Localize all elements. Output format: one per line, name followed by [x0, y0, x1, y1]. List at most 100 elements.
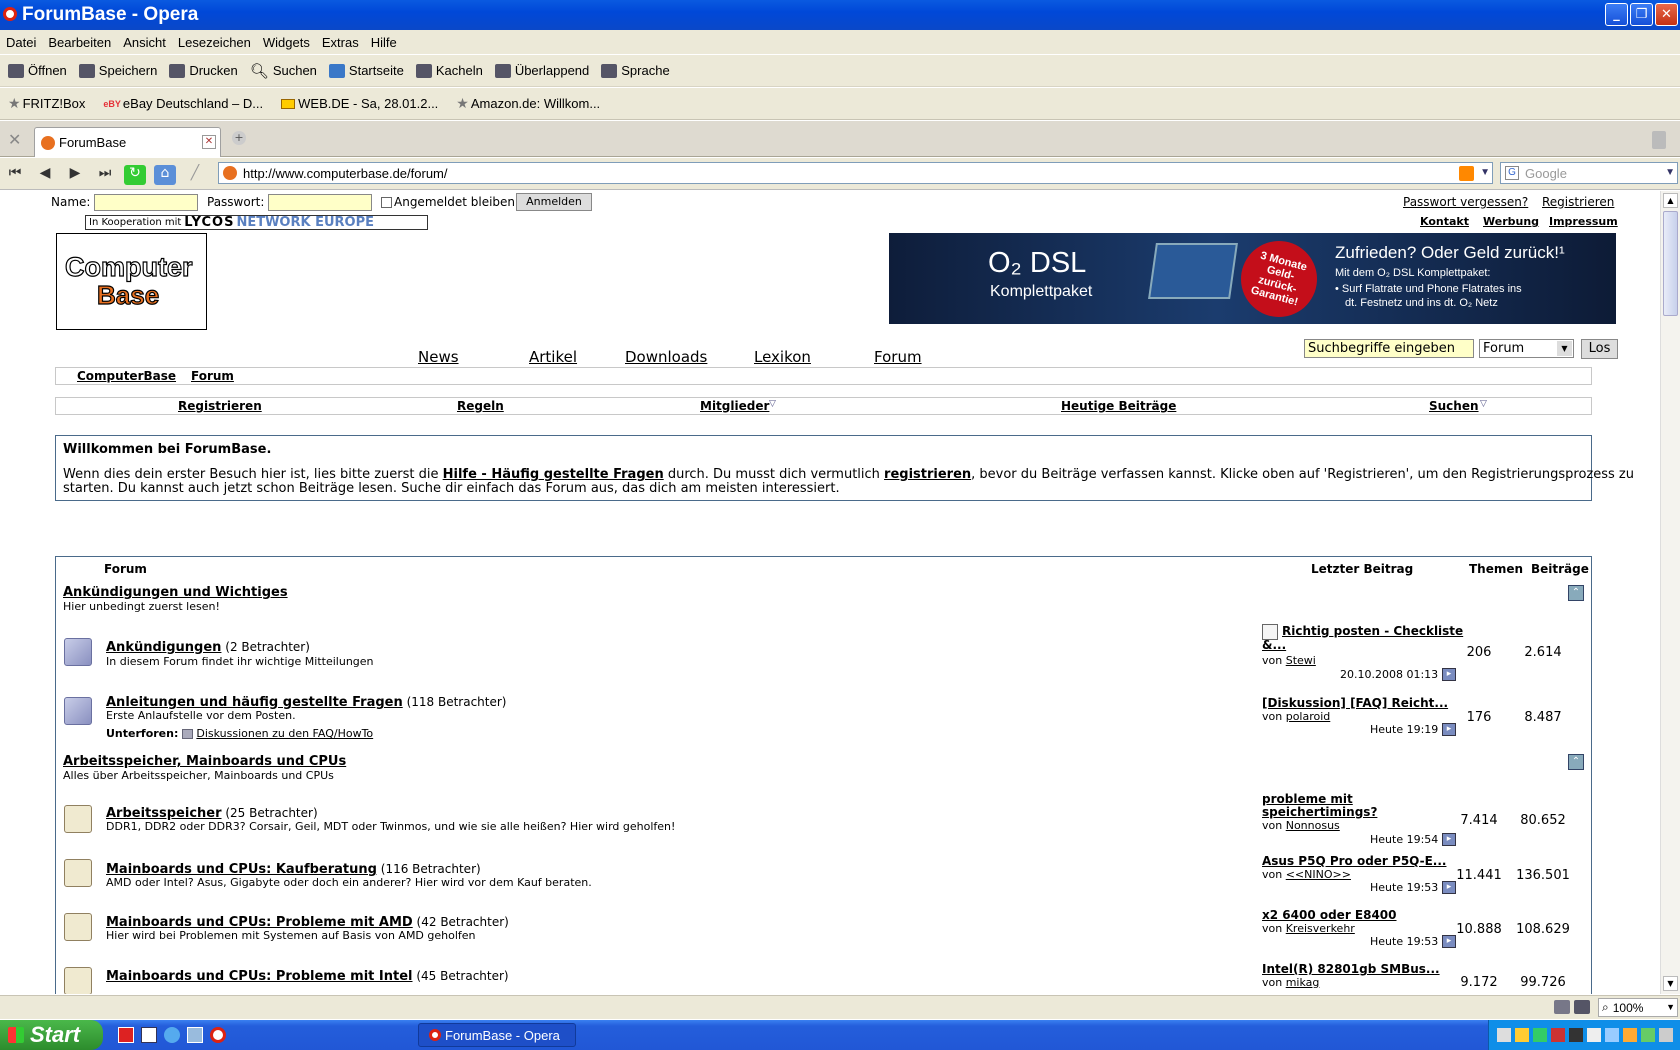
nav-artikel[interactable]: Artikel: [529, 348, 577, 366]
fast-forward-icon[interactable]: ⏭: [94, 165, 116, 185]
contact-link[interactable]: Kontakt: [1420, 215, 1469, 228]
subnav-search[interactable]: Suchen: [1429, 399, 1479, 413]
forum-link-mb-cpu-advice[interactable]: Mainboards und CPUs: Kaufberatung: [106, 862, 377, 877]
subforum-link[interactable]: Diskussionen zu den FAQ/HowTo: [196, 727, 373, 740]
user-link[interactable]: Kreisverkehr: [1286, 922, 1355, 935]
imprint-link[interactable]: Impressum: [1549, 215, 1618, 228]
category-announcements[interactable]: Ankündigungen und Wichtiges: [63, 585, 288, 600]
forum-link-guides-faq[interactable]: Anleitungen und häufig gestellte Fragen: [106, 695, 403, 710]
bookmark-ebay[interactable]: eBY eBay Deutschland – D...: [103, 96, 263, 111]
tray-icon[interactable]: [1641, 1028, 1655, 1042]
reload-icon[interactable]: ↻: [124, 165, 146, 185]
nav-news[interactable]: News: [418, 348, 459, 366]
user-link[interactable]: Nonnosus: [1286, 819, 1340, 832]
tray-icon[interactable]: [1551, 1028, 1565, 1042]
nav-forum[interactable]: Forum: [874, 348, 922, 366]
home-nav-icon[interactable]: ⌂: [154, 165, 176, 185]
minimize-button[interactable]: _: [1605, 3, 1628, 26]
print-button[interactable]: Drucken: [169, 63, 238, 78]
user-link[interactable]: polaroid: [1286, 710, 1331, 723]
new-tab-icon[interactable]: +: [232, 131, 246, 145]
last-post-link[interactable]: [Diskussion] [FAQ] Reicht...: [1262, 696, 1448, 710]
last-post-link[interactable]: Intel(R) 82801gb SMBus...: [1262, 962, 1440, 976]
last-post-link[interactable]: probleme mit: [1262, 792, 1353, 806]
category-memory-mainboards-cpus[interactable]: Arbeitsspeicher, Mainboards und CPUs: [63, 754, 346, 769]
subnav-register[interactable]: Registrieren: [178, 399, 262, 413]
last-post-link-cont[interactable]: speichertimings?: [1262, 805, 1377, 819]
menu-widgets[interactable]: Widgets: [257, 35, 316, 50]
tab-forumbase[interactable]: ForumBase ✕: [34, 127, 221, 157]
trash-icon[interactable]: [1652, 131, 1666, 149]
last-post-link[interactable]: Richtig posten - Checkliste: [1282, 624, 1463, 638]
menu-ansicht[interactable]: Ansicht: [117, 35, 172, 50]
breadcrumb-forum[interactable]: Forum: [191, 369, 234, 383]
vertical-scrollbar[interactable]: ▲ ▼: [1660, 191, 1680, 994]
go-to-post-icon[interactable]: ▸: [1442, 668, 1456, 681]
subnav-todays-posts[interactable]: Heutige Beiträge: [1061, 399, 1176, 413]
search-scope-select[interactable]: Forum ▼: [1479, 339, 1574, 358]
menu-datei[interactable]: Datei: [0, 35, 42, 50]
collapse-icon[interactable]: ⌃: [1568, 754, 1584, 770]
menu-extras[interactable]: Extras: [316, 35, 365, 50]
restore-button[interactable]: ❐: [1630, 3, 1653, 26]
user-link[interactable]: Stewi: [1286, 654, 1316, 667]
presentation-icon[interactable]: [1554, 1000, 1570, 1014]
forum-link-memory[interactable]: Arbeitsspeicher: [106, 806, 222, 821]
name-input[interactable]: [94, 194, 198, 211]
computerbase-logo[interactable]: Computer Base: [56, 233, 207, 330]
o2-dsl-ad-banner[interactable]: O₂ DSL Komplettpaket 3 Monate Geld-zurüc…: [889, 233, 1616, 324]
zoom-select[interactable]: ⌕ 100% ▼: [1598, 998, 1678, 1017]
collapse-icon[interactable]: ⌃: [1568, 585, 1584, 601]
cascade-button[interactable]: Überlappend: [494, 63, 589, 78]
register-link[interactable]: registrieren: [884, 467, 971, 482]
search-button[interactable]: 🔍︎ Suchen: [250, 62, 317, 80]
scroll-thumb[interactable]: [1663, 211, 1678, 316]
faq-link[interactable]: Hilfe - Häufig gestellte Fragen: [443, 467, 664, 482]
breadcrumb-computerbase[interactable]: ComputerBase: [77, 369, 176, 383]
rewind-icon[interactable]: ⏮: [4, 165, 26, 185]
site-search-input[interactable]: Suchbegriffe eingeben: [1304, 339, 1474, 358]
search-dropdown-icon[interactable]: ▽: [1480, 399, 1487, 409]
subnav-rules[interactable]: Regeln: [457, 399, 504, 413]
bookmark-webde[interactable]: WEB.DE - Sa, 28.01.2...: [281, 96, 438, 111]
tray-icon[interactable]: [1587, 1028, 1601, 1042]
taskbar-item-opera[interactable]: ForumBase - Opera: [418, 1023, 576, 1047]
tray-icon[interactable]: [1533, 1028, 1547, 1042]
start-button[interactable]: Start: [0, 1020, 103, 1050]
back-icon[interactable]: ◀: [34, 165, 56, 185]
go-to-post-icon[interactable]: ▸: [1442, 833, 1456, 846]
voice-button[interactable]: Sprache: [601, 63, 670, 78]
user-link[interactable]: <<NINO>>: [1286, 868, 1351, 881]
forum-link-announcements[interactable]: Ankündigungen: [106, 640, 221, 655]
bookmark-amazon[interactable]: ★ Amazon.de: Willkom...: [456, 95, 600, 112]
subnav-members[interactable]: Mitglieder: [700, 399, 769, 413]
tray-icon[interactable]: [1659, 1028, 1673, 1042]
tile-button[interactable]: Kacheln: [415, 63, 483, 78]
scroll-down-icon[interactable]: ▼: [1663, 976, 1678, 991]
tray-icon[interactable]: [1497, 1028, 1511, 1042]
nav-downloads[interactable]: Downloads: [625, 348, 707, 366]
quicklaunch-icon[interactable]: [141, 1027, 157, 1043]
password-input[interactable]: [268, 194, 372, 211]
tools-icon[interactable]: ✕: [8, 130, 21, 149]
nav-lexikon[interactable]: Lexikon: [754, 348, 811, 366]
camera-icon[interactable]: [1574, 1000, 1590, 1014]
menu-lesezeichen[interactable]: Lesezeichen: [172, 35, 257, 50]
search-engine-dropdown-icon[interactable]: ▼: [1665, 167, 1675, 178]
tray-icon[interactable]: [1569, 1028, 1583, 1042]
menu-bearbeiten[interactable]: Bearbeiten: [42, 35, 117, 50]
home-button[interactable]: Startseite: [328, 63, 404, 78]
scroll-up-icon[interactable]: ▲: [1663, 193, 1678, 208]
forum-link-mb-cpu-amd[interactable]: Mainboards und CPUs: Probleme mit AMD: [106, 915, 413, 930]
rss-icon[interactable]: [1459, 166, 1474, 181]
bookmark-fritzbox[interactable]: ★ FRITZ!Box: [8, 95, 85, 112]
save-button[interactable]: Speichern: [78, 63, 157, 78]
forum-link-mb-cpu-intel[interactable]: Mainboards und CPUs: Probleme mit Intel: [106, 969, 413, 984]
tray-icon[interactable]: [1623, 1028, 1637, 1042]
forward-icon[interactable]: ▶: [64, 165, 86, 185]
quicklaunch-icon[interactable]: [164, 1027, 180, 1043]
quicklaunch-icon[interactable]: [187, 1027, 203, 1043]
advertising-link[interactable]: Werbung: [1483, 215, 1539, 228]
quicklaunch-icon[interactable]: [118, 1027, 134, 1043]
open-button[interactable]: Öffnen: [8, 63, 67, 78]
